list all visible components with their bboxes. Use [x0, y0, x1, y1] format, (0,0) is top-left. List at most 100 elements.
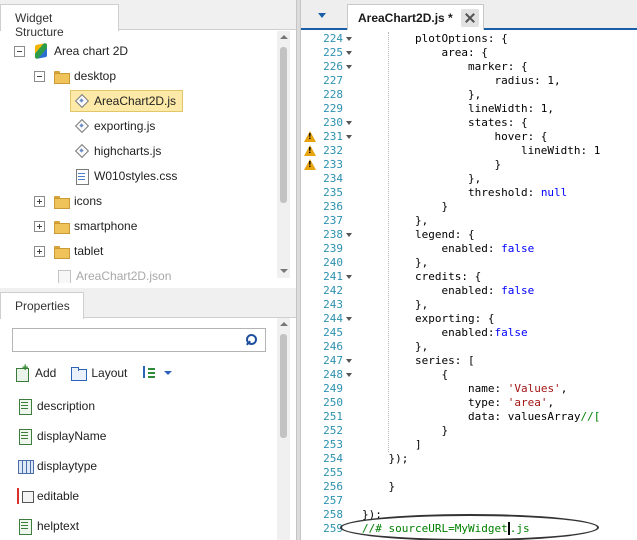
code-text: {: [362, 368, 449, 381]
code-line[interactable]: 239 enabled: false: [301, 242, 637, 256]
scroll-up-icon[interactable]: [277, 318, 290, 331]
add-button-label: Add: [35, 366, 57, 380]
fold-toggle-icon[interactable]: [346, 233, 352, 237]
line-number: 256: [323, 480, 343, 493]
code-line[interactable]: 254 });: [301, 452, 637, 466]
scroll-up-icon[interactable]: [277, 31, 290, 44]
layout-button[interactable]: Layout: [70, 365, 127, 381]
property-search-input[interactable]: [13, 329, 241, 351]
tree-item-areachart2d-json[interactable]: AreaChart2D.json: [55, 265, 171, 283]
code-line[interactable]: 226 marker: {: [301, 60, 637, 74]
tree-item-desktop[interactable]: desktop: [34, 65, 116, 87]
code-line[interactable]: 231 hover: {: [301, 130, 637, 144]
tree-item-w010styles-css[interactable]: W010styles.css: [73, 165, 177, 187]
property-helptext[interactable]: helptext: [17, 516, 79, 536]
code-line[interactable]: 232 lineWidth: 1: [301, 144, 637, 158]
property-type-icon: [17, 458, 34, 474]
warning-icon[interactable]: [304, 131, 316, 142]
tree-item-areachart2d-js[interactable]: AreaChart2D.js: [70, 90, 184, 112]
fold-toggle-icon[interactable]: [346, 275, 352, 279]
tab-widget-structure[interactable]: Widget Structure: [0, 4, 119, 39]
property-displayname[interactable]: displayName: [17, 426, 106, 446]
code-line[interactable]: 255: [301, 466, 637, 480]
scrollbar-thumb[interactable]: [280, 334, 287, 438]
code-line[interactable]: 251 data: valuesArray//[: [301, 410, 637, 424]
close-icon[interactable]: [461, 9, 479, 27]
code-line[interactable]: 250 type: 'area',: [301, 396, 637, 410]
code-line[interactable]: 240 },: [301, 256, 637, 270]
fold-toggle-icon[interactable]: [346, 135, 352, 139]
code-text-area[interactable]: 224 plotOptions: {225 area: {226 marker:…: [301, 32, 637, 540]
code-line[interactable]: 228 },: [301, 88, 637, 102]
tree-scrollbar[interactable]: [277, 31, 290, 278]
chevron-down-icon: [164, 371, 173, 375]
code-line[interactable]: 247 series: [: [301, 354, 637, 368]
property-description[interactable]: description: [17, 396, 95, 416]
scroll-down-icon[interactable]: [277, 265, 290, 278]
code-line[interactable]: 230 states: {: [301, 116, 637, 130]
code-line[interactable]: 253 ]: [301, 438, 637, 452]
code-line[interactable]: 233 }: [301, 158, 637, 172]
tree-item-area-chart-2d[interactable]: Area chart 2D: [14, 40, 128, 62]
code-line[interactable]: 242 enabled: false: [301, 284, 637, 298]
tab-areachart2d-js[interactable]: AreaChart2D.js *: [347, 4, 484, 30]
code-line[interactable]: 257: [301, 494, 637, 508]
code-text: }: [362, 158, 502, 171]
property-label: description: [37, 399, 96, 413]
code-line[interactable]: 246 },: [301, 340, 637, 354]
code-line[interactable]: 249 name: 'Values',: [301, 382, 637, 396]
code-line[interactable]: 244 exporting: {: [301, 312, 637, 326]
code-line[interactable]: 234 },: [301, 172, 637, 186]
tab-list-dropdown-icon[interactable]: [318, 13, 326, 18]
fold-toggle-icon[interactable]: [346, 359, 352, 363]
add-button[interactable]: Add: [14, 362, 57, 382]
tree-item-tablet[interactable]: tablet: [34, 240, 103, 262]
line-number: 257: [323, 494, 343, 507]
code-line[interactable]: 225 area: {: [301, 46, 637, 60]
sort-icon: [141, 365, 157, 381]
js-file-icon: [73, 143, 89, 159]
code-line[interactable]: 245 enabled:false: [301, 326, 637, 340]
fold-toggle-icon[interactable]: [346, 65, 352, 69]
warning-icon[interactable]: [304, 159, 316, 170]
code-line[interactable]: 237 },: [301, 214, 637, 228]
fold-toggle-icon[interactable]: [346, 37, 352, 41]
code-line[interactable]: 248 {: [301, 368, 637, 382]
code-line[interactable]: 229 lineWidth: 1,: [301, 102, 637, 116]
fold-toggle-icon[interactable]: [346, 373, 352, 377]
tree-item-label: AreaChart2D.json: [76, 269, 172, 283]
property-label: editable: [37, 489, 80, 503]
code-line[interactable]: 236 }: [301, 200, 637, 214]
line-number: 253: [323, 438, 343, 451]
expand-toggle[interactable]: [34, 195, 45, 207]
expand-toggle[interactable]: [34, 220, 45, 232]
scrollbar-thumb[interactable]: [280, 47, 287, 203]
properties-scrollbar[interactable]: [277, 318, 290, 540]
code-line[interactable]: 241 credits: {: [301, 270, 637, 284]
code-line[interactable]: 238 legend: {: [301, 228, 637, 242]
tab-properties[interactable]: Properties: [0, 292, 84, 319]
code-line[interactable]: 256 }: [301, 480, 637, 494]
collapse-toggle[interactable]: [34, 70, 45, 82]
property-editable[interactable]: editable: [17, 486, 79, 506]
fold-toggle-icon[interactable]: [346, 317, 352, 321]
expand-toggle[interactable]: [34, 245, 45, 257]
tree-item-exporting-js[interactable]: exporting.js: [73, 115, 155, 137]
code-line[interactable]: 227 radius: 1,: [301, 74, 637, 88]
sort-dropdown-button[interactable]: [141, 365, 173, 381]
tree-item-icons[interactable]: icons: [34, 190, 102, 212]
tree-item-smartphone[interactable]: smartphone: [34, 215, 137, 237]
property-search-box[interactable]: [12, 328, 266, 352]
fold-toggle-icon[interactable]: [346, 51, 352, 55]
fold-toggle-icon[interactable]: [346, 121, 352, 125]
tree-item-highcharts-js[interactable]: highcharts.js: [73, 140, 161, 162]
code-line[interactable]: 243 },: [301, 298, 637, 312]
warning-icon[interactable]: [304, 145, 316, 156]
collapse-toggle[interactable]: [14, 45, 25, 57]
code-line[interactable]: 252 }: [301, 424, 637, 438]
line-number: 228: [323, 88, 343, 101]
code-line[interactable]: 235 threshold: null: [301, 186, 637, 200]
search-icon[interactable]: [246, 334, 257, 345]
code-line[interactable]: 224 plotOptions: {: [301, 32, 637, 46]
property-displaytype[interactable]: displaytype: [17, 456, 97, 476]
